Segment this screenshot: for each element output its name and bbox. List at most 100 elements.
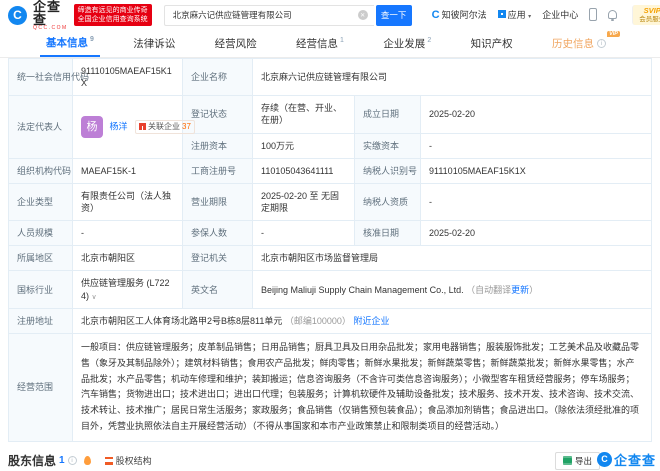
info-glyph: i: [71, 458, 72, 464]
logo-title: 企查查: [33, 0, 68, 26]
business-reg-no-label: 工商注册号: [183, 158, 253, 183]
slogan-line1: 缔造有远见的商业传奇: [78, 6, 148, 15]
taxpayer-quality-label: 纳税人资质: [355, 183, 421, 220]
tab-bar: 基本信息 9 法律诉讼 经营风险 经营信息 1 企业发展 2 知识产权 历史信息…: [0, 30, 660, 58]
shareholders-header: 股东信息 1 i 股权结构 导出 C 企查查: [8, 452, 652, 470]
credit-code-value: 91110105MAEAF15K1X: [73, 59, 183, 96]
table-row: 企业类型 有限责任公司（法人独资） 营业期限 2025-02-20 至 无固定期…: [9, 183, 652, 220]
reg-capital-label: 注册资本: [183, 133, 253, 158]
basic-info-table: 统一社会信用代码 91110105MAEAF15K1X 企业名称 北京麻六记供应…: [8, 58, 652, 442]
related-companies-link[interactable]: 关联企业 37: [135, 120, 195, 135]
reg-authority-label: 登记机关: [183, 246, 253, 271]
clear-glyph: ✕: [360, 12, 365, 19]
tab-history-info[interactable]: 历史信息 VIP i: [546, 30, 612, 57]
tab-count: 2: [427, 37, 431, 44]
info-icon: i: [597, 39, 606, 48]
table-row: 法定代表人 杨 杨洋 关联企业 37 登记状态 存续（在营、开业、在册） 成立日…: [9, 96, 652, 133]
tab-label: 法律诉讼: [133, 36, 175, 51]
chevron-down-icon: ▾: [528, 14, 531, 20]
alpha-icon: C: [432, 9, 440, 21]
search-button[interactable]: 查一下: [376, 5, 412, 26]
equity-structure-link[interactable]: 股权结构: [105, 454, 152, 467]
table-row: 组织机构代码 MAEAF15K-1 工商注册号 110105043641111 …: [9, 158, 652, 183]
nav-alpha-label: 知彼阿尔法: [442, 10, 487, 20]
legal-rep-link[interactable]: 杨洋: [110, 121, 128, 131]
company-name-label: 企业名称: [183, 59, 253, 96]
related-companies-label: 关联企业: [148, 122, 180, 133]
nearby-companies-link[interactable]: 附近企业: [353, 316, 389, 326]
business-term-label: 营业期限: [183, 183, 253, 220]
slogan-line2: 全国企业信用查询系统: [78, 15, 148, 24]
establish-date-value: 2025-02-20: [421, 96, 652, 133]
qcc-watermark-text: 企查查: [614, 450, 656, 469]
company-name-value: 北京麻六记供应链管理有限公司: [253, 59, 652, 96]
legal-rep-avatar[interactable]: 杨: [81, 116, 103, 138]
svip-badge[interactable]: SVIP 会员服务: [632, 5, 660, 24]
legal-rep-cell: 杨 杨洋 关联企业 37: [73, 96, 183, 158]
org-grid-icon: [139, 123, 146, 130]
paid-capital-value: -: [421, 133, 652, 158]
table-row: 国标行业 供应链管理服务 (L7224) ∨ 英文名 Beijing Maliu…: [9, 271, 652, 309]
org-chart-icon: [105, 457, 113, 465]
vip-badge: VIP: [607, 31, 620, 37]
top-bar: C 企查查 QCC.COM 缔造有远见的商业传奇 全国企业信用查询系统 ✕ 查一…: [0, 0, 660, 30]
nav-zhibi-alpha[interactable]: C知彼阿尔法: [432, 8, 487, 21]
clear-icon[interactable]: ✕: [358, 10, 368, 20]
address-zip: （邮编100000）: [285, 316, 351, 326]
english-name-label: 英文名: [183, 271, 253, 309]
nav-enterprise-center[interactable]: 企业中心: [542, 8, 578, 21]
establish-date-label: 成立日期: [355, 96, 421, 133]
taxpayer-id-label: 纳税人识别号: [355, 158, 421, 183]
business-term-value: 2025-02-20 至 无固定期限: [253, 183, 355, 220]
bell-icon[interactable]: [608, 10, 617, 19]
table-row: 注册地址 北京市朝阳区工人体育场北路甲2号B栋8层811单元 （邮编100000…: [9, 308, 652, 333]
industry-value: 供应链管理服务 (L7224) ∨: [73, 271, 183, 309]
table-row: 所属地区 北京市朝阳区 登记机关 北京市朝阳区市场监督管理局: [9, 246, 652, 271]
tab-label: 经营信息: [296, 36, 338, 51]
address-label: 注册地址: [9, 308, 73, 333]
reg-capital-value: 100万元: [253, 133, 355, 158]
address-text: 北京市朝阳区工人体育场北路甲2号B栋8层811单元: [81, 316, 282, 326]
staff-size-value: -: [73, 221, 183, 246]
mobile-icon[interactable]: [589, 8, 597, 21]
taxpayer-quality-value: -: [421, 183, 652, 220]
business-reg-no-value: 110105043641111: [253, 158, 355, 183]
tab-label: 企业发展: [383, 36, 425, 51]
qcc-logo-icon[interactable]: C: [8, 6, 27, 25]
english-update-link[interactable]: 更新: [511, 285, 529, 295]
chevron-down-icon[interactable]: ∨: [92, 294, 97, 301]
region-label: 所属地区: [9, 246, 73, 271]
tab-basic-info[interactable]: 基本信息 9: [40, 30, 100, 57]
tab-operating-info[interactable]: 经营信息 1: [290, 30, 350, 57]
insured-value: -: [253, 221, 355, 246]
export-button[interactable]: 导出: [555, 452, 600, 470]
tab-count: 9: [90, 36, 94, 43]
table-row: 经营范围 一般项目：供应链管理服务；皮革制品销售；日用品销售；厨具卫具及日用杂品…: [9, 334, 652, 442]
qcc-logo-glyph: C: [13, 8, 22, 22]
qcc-logo-text[interactable]: 企查查 QCC.COM: [33, 0, 68, 31]
org-code-label: 组织机构代码: [9, 158, 73, 183]
tab-intellectual-property[interactable]: 知识产权: [465, 30, 519, 57]
info-icon[interactable]: i: [68, 456, 77, 465]
english-note: （自动翻译: [466, 285, 511, 295]
business-scope-value: 一般项目：供应链管理服务；皮革制品销售；日用品销售；厨具卫具及日用杂品批发；家用…: [73, 334, 652, 442]
tab-label: 基本信息: [46, 35, 88, 50]
credit-code-label: 统一社会信用代码: [9, 59, 73, 96]
company-type-label: 企业类型: [9, 183, 73, 220]
tab-legal-litigation[interactable]: 法律诉讼: [127, 30, 181, 57]
english-note-end: ）: [529, 285, 538, 295]
equity-structure-label: 股权结构: [116, 454, 152, 467]
address-value: 北京市朝阳区工人体育场北路甲2号B栋8层811单元 （邮编100000） 附近企…: [73, 308, 652, 333]
svip-sub-label: 会员服务: [639, 16, 660, 23]
excel-icon: [563, 456, 572, 465]
insured-label: 参保人数: [183, 221, 253, 246]
table-row: 统一社会信用代码 91110105MAEAF15K1X 企业名称 北京麻六记供应…: [9, 59, 652, 96]
qcc-watermark-icon: C: [597, 452, 612, 467]
tab-enterprise-development[interactable]: 企业发展 2: [377, 30, 437, 57]
search-input[interactable]: [164, 5, 374, 26]
tab-operating-risk[interactable]: 经营风险: [209, 30, 263, 57]
tab-label: 经营风险: [215, 36, 257, 51]
top-nav: C知彼阿尔法 应用 ▾ 企业中心 SVIP 会员服务: [432, 5, 660, 24]
related-companies-count: 37: [182, 122, 191, 133]
nav-apps[interactable]: 应用 ▾: [498, 8, 532, 21]
